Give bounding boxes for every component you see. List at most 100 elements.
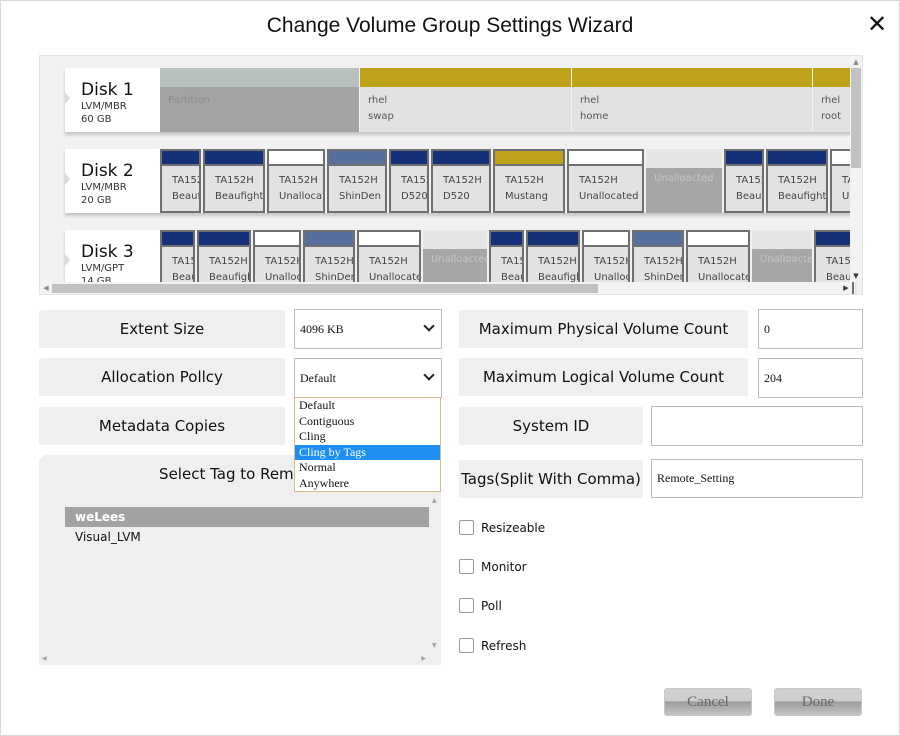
partition-block[interactable]: Partition xyxy=(160,68,360,132)
partition-color-bar xyxy=(269,151,323,166)
partition-label-line2: D520 xyxy=(443,191,470,202)
disk-map-horizontal-scrollbar[interactable]: ◀ ▶ xyxy=(40,282,852,294)
physical-volume-block[interactable]: TA152H Unallocated xyxy=(267,149,325,213)
unallocated-block[interactable]: Unalloacted xyxy=(646,149,722,213)
disk-size: 20 GB xyxy=(81,195,112,206)
allocation-policy-dropdown[interactable]: Default Contiguous Cling Cling by Tags N… xyxy=(294,397,441,492)
checkbox-box[interactable] xyxy=(459,598,474,613)
partition-label-line1: TA152H xyxy=(339,175,378,186)
partition-label-line1: Unalloacted xyxy=(760,254,812,265)
dropdown-option[interactable]: Cling xyxy=(295,429,440,445)
dropdown-option[interactable]: Normal xyxy=(295,460,440,476)
cancel-button[interactable]: Cancel xyxy=(664,688,752,716)
tag-list-item[interactable]: Visual_LVM xyxy=(65,527,429,547)
partition-strip: Partition rhel swap rhel home rhel root xyxy=(160,68,862,132)
disk-name: Disk 2 xyxy=(81,161,134,181)
max-lv-count-input[interactable]: 204 xyxy=(758,358,863,398)
partition-label-line2: Beaufighter xyxy=(736,191,762,202)
tags-input[interactable]: Remote_Setting xyxy=(651,459,863,498)
partition-label-line2: Beaufighter xyxy=(778,191,826,202)
disk-row[interactable]: Disk 2 LVM/MBR 20 GB TA152HBeaufighterTA… xyxy=(65,149,862,213)
partition-label-line1: TA152H xyxy=(579,175,618,186)
partition-color-bar xyxy=(329,151,385,166)
partition-color-bar xyxy=(162,151,199,166)
physical-volume-block[interactable]: TA152H ShinDen xyxy=(327,149,387,213)
checkbox-box[interactable] xyxy=(459,559,474,574)
monitor-checkbox[interactable]: Monitor xyxy=(459,559,527,574)
checkbox-box[interactable] xyxy=(459,520,474,535)
disk-label[interactable]: Disk 1 LVM/MBR 60 GB xyxy=(65,68,160,132)
checkbox-label: Monitor xyxy=(481,559,527,574)
dropdown-option[interactable]: Anywhere xyxy=(295,476,440,492)
extent-size-select[interactable]: 4096 KB xyxy=(294,309,442,349)
partition-color-bar xyxy=(255,232,299,247)
partition-label: TA152H Beaufighter xyxy=(768,166,826,211)
checkbox-box[interactable] xyxy=(459,638,474,653)
physical-volume-block[interactable]: TA152H Unallocated Space xyxy=(567,149,644,213)
partition-label-line1: TA152H xyxy=(172,175,199,186)
scroll-down-icon[interactable]: ▼ xyxy=(850,270,862,282)
partition-color-bar xyxy=(205,151,263,166)
scroll-up-icon[interactable]: ▲ xyxy=(432,497,437,504)
physical-volume-block[interactable]: TA152H Beaufighter xyxy=(203,149,265,213)
partition-label-line1: TA152H xyxy=(443,175,482,186)
physical-volume-block[interactable]: TA152H Beaufighter xyxy=(766,149,828,213)
partition-color-bar xyxy=(199,232,249,247)
partition-label-line2: D520 xyxy=(401,191,427,202)
close-icon[interactable]: ✕ xyxy=(866,11,888,37)
physical-volume-block[interactable]: TA152H Mustang xyxy=(493,149,565,213)
physical-volume-block[interactable]: TA152H D520 xyxy=(389,149,429,213)
scroll-left-icon[interactable]: ◀ xyxy=(42,655,47,662)
logical-volume-block[interactable]: rhel swap xyxy=(360,68,572,132)
tags-label: Tags(Split With Comma) xyxy=(459,460,643,498)
physical-volume-block[interactable]: TA152H Beaufighter xyxy=(724,149,764,213)
scroll-thumb[interactable] xyxy=(52,284,598,293)
partition-color-bar xyxy=(360,68,571,87)
resizeable-checkbox[interactable]: Resizeable xyxy=(459,520,545,535)
expand-arrow-icon xyxy=(65,254,70,266)
extent-size-value: 4096 KB xyxy=(300,321,344,336)
poll-checkbox[interactable]: Poll xyxy=(459,598,502,613)
scroll-right-icon[interactable]: ▶ xyxy=(421,655,426,662)
partition-label-line2: Beaufighter xyxy=(172,191,199,202)
partition-color-bar xyxy=(768,151,826,166)
tag-list[interactable]: weLees Visual_LVM xyxy=(65,507,429,547)
max-pv-count-input[interactable]: 0 xyxy=(758,309,863,349)
disk-name: Disk 3 xyxy=(81,242,134,262)
system-id-input[interactable] xyxy=(651,406,863,446)
scroll-left-icon[interactable]: ◀ xyxy=(40,282,52,294)
partition-strip: TA152H Beaufighter TA152H Beaufighter TA152H… xyxy=(160,149,862,213)
disk-label[interactable]: Disk 2 LVM/MBR 20 GB xyxy=(65,149,160,213)
scroll-thumb[interactable] xyxy=(851,68,861,168)
max-lv-count-label: Maximum Logical Volume Count xyxy=(459,358,748,396)
partition-label-line1: TA152H xyxy=(826,256,852,267)
scroll-down-icon[interactable]: ▼ xyxy=(432,642,437,649)
partition-color-bar xyxy=(528,232,578,247)
done-button[interactable]: Done xyxy=(774,688,862,716)
disk-map-vertical-scrollbar[interactable]: ▲ ▼ xyxy=(850,56,862,282)
scroll-right-icon[interactable]: ▶ xyxy=(840,282,852,294)
partition-label: TA152H Mustang xyxy=(495,166,563,211)
physical-volume-block[interactable]: TA152H Beaufighter xyxy=(160,149,201,213)
partition-label-line1: Unalloacted xyxy=(654,173,714,184)
allocation-policy-select[interactable]: Default xyxy=(294,358,442,398)
physical-volume-block[interactable]: TA152H D520 xyxy=(431,149,491,213)
partition-label: TA152H D520 xyxy=(433,166,489,211)
tag-list-vertical-scrollbar[interactable]: ▲ ▼ xyxy=(429,495,441,651)
tag-list-item-selected[interactable]: weLees xyxy=(65,507,429,527)
dropdown-option[interactable]: Contiguous xyxy=(295,414,440,430)
partition-color-bar xyxy=(160,68,359,87)
dropdown-option-highlighted[interactable]: Cling by Tags xyxy=(295,444,440,460)
partition-label-line1: TA152H xyxy=(265,256,299,267)
refresh-checkbox[interactable]: Refresh xyxy=(459,638,526,653)
tag-list-horizontal-scrollbar[interactable]: ◀ ▶ xyxy=(39,651,429,665)
partition-label-line1: TA152H xyxy=(594,256,628,267)
partition-label: Unalloacted xyxy=(646,168,722,213)
disk-row[interactable]: Disk 1 LVM/MBR 60 GB Partition rhel swap rh… xyxy=(65,68,862,132)
allocation-policy-label: Allocation Pollcy xyxy=(39,358,285,396)
tags-value: Remote_Setting xyxy=(657,471,735,485)
scroll-up-icon[interactable]: ▲ xyxy=(850,56,862,68)
checkbox-label: Poll xyxy=(481,598,502,613)
dropdown-option[interactable]: Default xyxy=(295,398,440,414)
logical-volume-block[interactable]: rhel home xyxy=(572,68,813,132)
